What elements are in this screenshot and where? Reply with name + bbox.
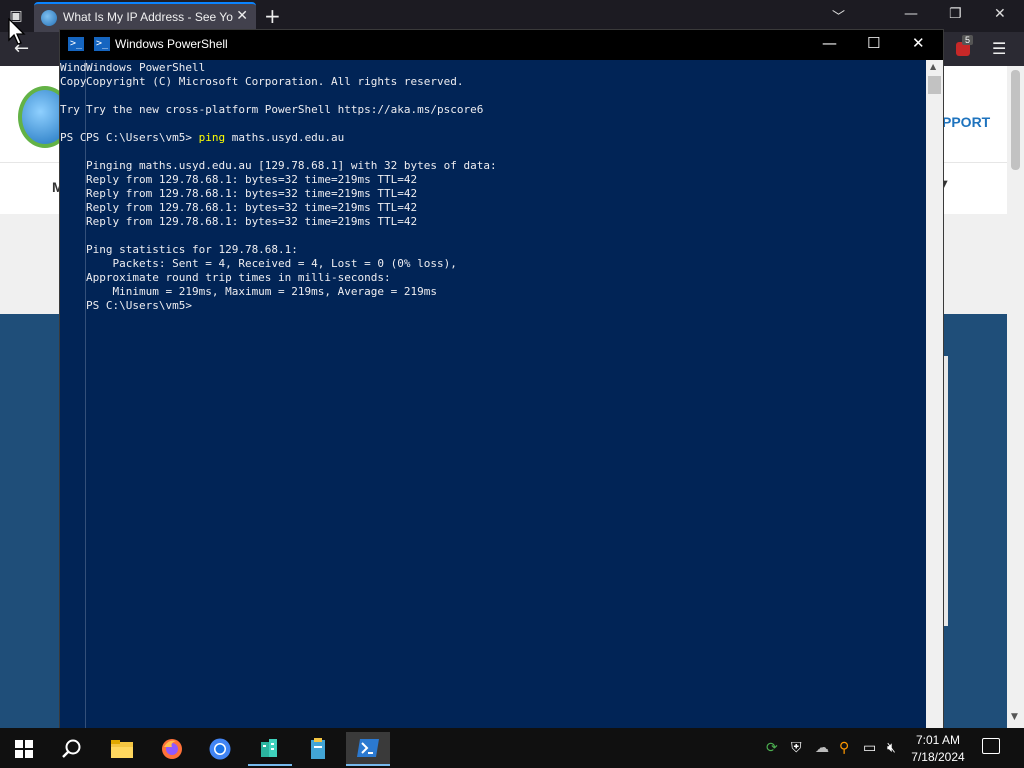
console-line-text: Approximate round trip times in milli-se…	[86, 271, 391, 284]
console-line-text: Windows PowerShell	[86, 61, 206, 74]
volume-muted-icon[interactable]: 🔇︎	[887, 740, 896, 756]
new-tab-button[interactable]: +	[264, 4, 281, 28]
globe-icon	[41, 10, 57, 26]
console-line: Reply from 129.78.68.1: bytes=32 time=21…	[86, 187, 417, 201]
powershell-system-icon[interactable]: >_	[68, 37, 84, 51]
browser-close-icon[interactable]: ✕	[994, 6, 1006, 22]
security-icon[interactable]: ⛨	[791, 740, 802, 756]
console-line-text: Packets: Sent = 4, Received = 4, Lost = …	[86, 257, 457, 270]
powershell-window: >_ >_ Windows PowerShell — ☐ ✕ Wind Windo…	[60, 30, 943, 728]
console-line: Reply from 129.78.68.1: bytes=32 time=21…	[86, 201, 417, 215]
clock-time[interactable]: 7:01 AM	[906, 733, 970, 747]
console-line: Pinging maths.usyd.edu.au [129.78.68.1] …	[86, 159, 497, 173]
console-line: Ping statistics for 129.78.68.1:	[86, 243, 298, 257]
notification-icon[interactable]	[982, 738, 1000, 754]
clock-date[interactable]: 7/18/2024	[906, 750, 970, 764]
console-line-prefix: Wind	[60, 61, 87, 74]
console-line: Reply from 129.78.68.1: bytes=32 time=21…	[86, 215, 417, 229]
console-line-text: PS C:\Users\vm5>	[86, 131, 199, 144]
console-scrollbar[interactable]: ▲	[926, 60, 943, 728]
powershell-app-icon: >_	[94, 37, 110, 51]
app-icon-1[interactable]	[248, 732, 292, 766]
network-app-icon[interactable]: ⟳	[766, 740, 778, 756]
maximize-icon[interactable]: ☐	[867, 34, 880, 52]
file-explorer-icon[interactable]	[100, 732, 144, 766]
console-line-text: Reply from 129.78.68.1: bytes=32 time=21…	[86, 215, 418, 228]
search-icon[interactable]	[50, 732, 94, 766]
app-icon-2[interactable]	[296, 732, 340, 766]
console-line: Packets: Sent = 4, Received = 4, Lost = …	[86, 257, 457, 271]
console-line-text: Reply from 129.78.68.1: bytes=32 time=21…	[86, 201, 418, 214]
scroll-down-icon[interactable]: ▼	[1011, 712, 1018, 722]
chevron-down-icon[interactable]: ﹀	[832, 6, 845, 25]
console-line-text: Try the new cross-platform PowerShell ht…	[86, 103, 484, 116]
browser-tab-bar: ▣ What Is My IP Address - See Your ✕ + ﹀…	[0, 0, 1024, 32]
console-left-pane	[60, 60, 86, 728]
page-scrollbar-thumb[interactable]	[1011, 70, 1020, 170]
console-line-text: Ping statistics for 129.78.68.1:	[86, 243, 298, 256]
chrome-icon[interactable]	[198, 732, 242, 766]
page-scrollbar[interactable]: ▼	[1007, 66, 1024, 728]
console-line-text: Reply from 129.78.68.1: bytes=32 time=21…	[86, 173, 418, 186]
console-command-args: maths.usyd.edu.au	[225, 131, 345, 144]
console-line: PS C:\Users\vm5>	[86, 299, 192, 313]
browser-tab[interactable]: What Is My IP Address - See Your ✕	[34, 2, 256, 32]
powershell-window-title: Windows PowerShell	[115, 37, 228, 51]
console-line: Reply from 129.78.68.1: bytes=32 time=21…	[86, 173, 417, 187]
console-line: Copyright (C) Microsoft Corporation. All…	[86, 75, 464, 89]
console-line-text: Copyright (C) Microsoft Corporation. All…	[86, 75, 464, 88]
console-line-prefix: Copy	[60, 75, 87, 88]
support-link[interactable]: PPORT	[942, 114, 990, 130]
scroll-up-icon[interactable]: ▲	[930, 62, 936, 71]
console-line-prefix: PS C	[60, 131, 87, 144]
extension-badge: 5	[962, 35, 974, 45]
tab-close-icon[interactable]: ✕	[236, 8, 248, 24]
console-line-prefix: Try	[60, 103, 87, 116]
console-command: ping	[198, 131, 226, 144]
console-line: Try the new cross-platform PowerShell ht…	[86, 103, 483, 117]
console-scrollbar-thumb[interactable]	[928, 76, 941, 94]
browser-restore-icon[interactable]: ❐	[949, 6, 962, 22]
console-line: Approximate round trip times in milli-se…	[86, 271, 391, 285]
console-line: Minimum = 219ms, Maximum = 219ms, Averag…	[86, 285, 437, 299]
browser-minimize-icon[interactable]: —	[904, 6, 918, 22]
hamburger-menu-icon[interactable]: ☰	[992, 39, 1006, 58]
firefox-icon[interactable]	[150, 732, 194, 766]
close-icon[interactable]: ✕	[912, 34, 925, 52]
console-line-text: Pinging maths.usyd.edu.au [129.78.68.1] …	[86, 159, 497, 172]
powershell-taskbar-icon[interactable]	[346, 732, 390, 766]
browser-tab-title: What Is My IP Address - See Your	[63, 10, 233, 24]
web-card-edge	[944, 356, 948, 626]
console-line-text: Reply from 129.78.68.1: bytes=32 time=21…	[86, 187, 418, 200]
console-line-text: Minimum = 219ms, Maximum = 219ms, Averag…	[86, 285, 437, 298]
cloud-icon[interactable]: ☁	[815, 740, 829, 756]
network-icon[interactable]: ▭	[863, 740, 876, 756]
console-line-text: PS C:\Users\vm5>	[86, 299, 192, 312]
taskbar: ⟳ ⛨ ☁ ⚲ ▭ 🔇︎ 7:01 AM 7/18/2024	[0, 728, 1024, 768]
powershell-titlebar[interactable]: >_ >_ Windows PowerShell — ☐ ✕	[60, 30, 943, 60]
start-icon[interactable]	[2, 732, 46, 766]
console-line: Windows PowerShell	[86, 61, 205, 75]
console-line: PS C:\Users\vm5> ping maths.usyd.edu.au	[86, 131, 344, 145]
search-tray-icon[interactable]: ⚲	[839, 740, 849, 756]
minimize-icon[interactable]: —	[822, 34, 837, 52]
